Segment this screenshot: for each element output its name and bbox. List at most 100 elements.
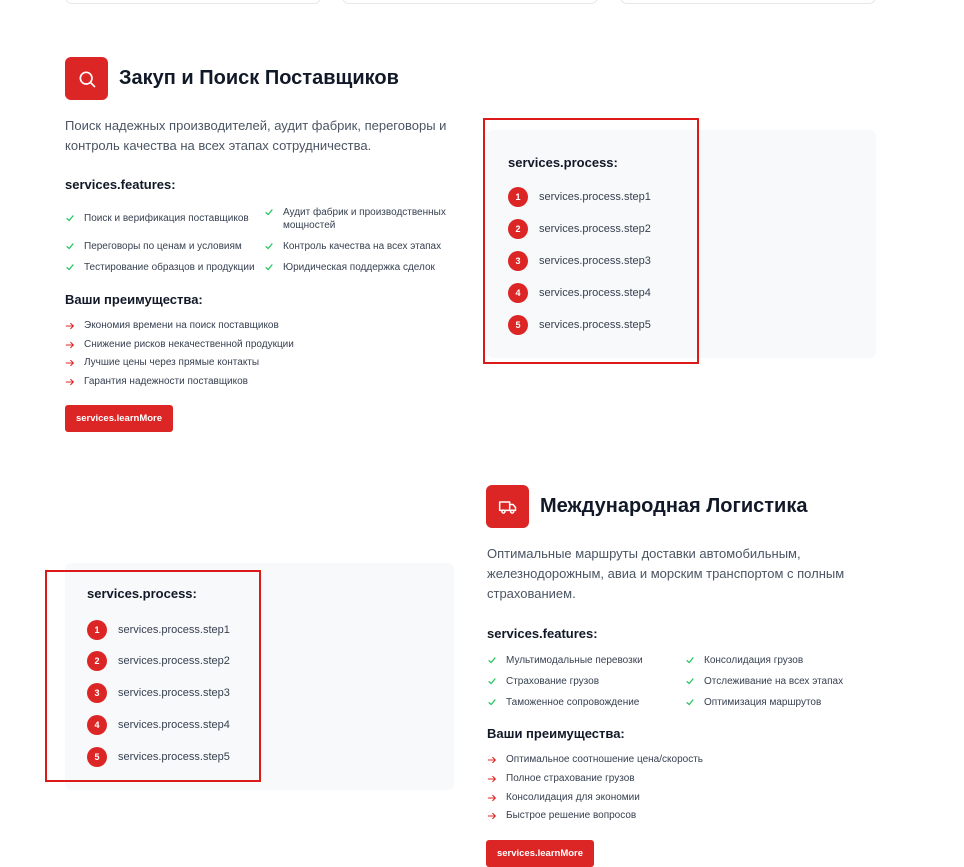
- advantage-item: Гарантия надежности поставщиков: [65, 376, 248, 387]
- logistics-features-heading: services.features:: [487, 626, 598, 641]
- learn-more-button[interactable]: services.learnMore: [486, 840, 594, 867]
- process-step: 5 services.process.step5: [87, 747, 230, 767]
- feature-label: Юридическая поддержка сделок: [283, 262, 435, 273]
- check-icon: [265, 264, 273, 271]
- procurement-header: Закуп и Поиск Поставщиков: [65, 57, 399, 100]
- advantage-label: Консолидация для экономии: [506, 792, 640, 803]
- step-label: services.process.step3: [118, 687, 230, 699]
- feature-label: Поиск и верификация поставщиков: [84, 213, 249, 224]
- advantage-item: Консолидация для экономии: [487, 792, 640, 803]
- feature-item: Контроль качества на всех этапах: [264, 240, 459, 253]
- feature-label: Страхование грузов: [506, 676, 600, 687]
- top-card: [620, 0, 876, 4]
- arrow-right-icon: [65, 378, 75, 385]
- step-number-badge: 2: [508, 219, 528, 239]
- step-label: services.process.step5: [118, 751, 230, 763]
- process-step: 2 services.process.step2: [87, 651, 230, 671]
- step-label: services.process.step2: [118, 655, 230, 667]
- feature-label: Отслеживание на всех этапах: [704, 676, 844, 687]
- step-label: services.process.step2: [539, 223, 651, 235]
- feature-item: Юридическая поддержка сделок: [264, 261, 459, 274]
- process-step: 4 services.process.step4: [508, 283, 651, 303]
- logistics-title: Международная Логистика: [540, 495, 808, 517]
- advantage-item: Снижение рисков некачественной продукции: [65, 339, 294, 350]
- check-icon: [488, 678, 496, 685]
- procurement-title: Закуп и Поиск Поставщиков: [119, 67, 399, 89]
- feature-item: Оптимизация маршрутов: [685, 696, 875, 709]
- advantage-item: Экономия времени на поиск поставщиков: [65, 320, 279, 331]
- procurement-features-heading: services.features:: [65, 177, 176, 192]
- arrow-right-icon: [487, 794, 497, 801]
- procurement-process-heading: services.process:: [508, 155, 618, 170]
- step-label: services.process.step5: [539, 319, 651, 331]
- feature-item: Поиск и верификация поставщиков: [65, 212, 260, 225]
- advantage-item: Оптимальное соотношение цена/скорость: [487, 754, 703, 765]
- step-label: services.process.step1: [118, 624, 230, 636]
- check-icon: [686, 699, 694, 706]
- advantage-label: Экономия времени на поиск поставщиков: [84, 320, 279, 331]
- step-label: services.process.step4: [118, 719, 230, 731]
- check-icon: [488, 657, 496, 664]
- step-label: services.process.step3: [539, 255, 651, 267]
- feature-label: Таможенное сопровождение: [506, 697, 640, 708]
- truck-icon: [486, 485, 529, 528]
- step-label: services.process.step1: [539, 191, 651, 203]
- feature-item: Тестирование образцов и продукции: [65, 261, 265, 274]
- step-label: services.process.step4: [539, 287, 651, 299]
- feature-label: Мультимодальные перевозки: [506, 655, 643, 666]
- arrow-right-icon: [487, 756, 497, 763]
- feature-label: Консолидация грузов: [704, 655, 804, 666]
- feature-item: Аудит фабрик и производственных мощносте…: [264, 206, 454, 232]
- logistics-process-heading: services.process:: [87, 586, 197, 601]
- step-number-badge: 3: [87, 683, 107, 703]
- check-icon: [686, 678, 694, 685]
- check-icon: [265, 209, 273, 216]
- advantage-label: Лучшие цены через прямые контакты: [84, 357, 260, 368]
- procurement-advantages-heading: Ваши преимущества:: [65, 292, 203, 307]
- advantage-item: Лучшие цены через прямые контакты: [65, 357, 259, 368]
- advantage-item: Полное страхование грузов: [487, 773, 635, 784]
- feature-label: Оптимизация маршрутов: [704, 697, 822, 708]
- feature-label: Тестирование образцов и продукции: [84, 262, 255, 273]
- feature-item: Переговоры по ценам и условиям: [65, 240, 260, 253]
- learn-more-button[interactable]: services.learnMore: [65, 405, 173, 432]
- arrow-right-icon: [65, 359, 75, 366]
- logistics-header: Международная Логистика: [486, 485, 807, 528]
- feature-item: Страхование грузов: [487, 675, 682, 688]
- feature-label: Переговоры по ценам и условиям: [84, 241, 242, 252]
- feature-item: Мультимодальные перевозки: [487, 654, 682, 667]
- step-number-badge: 1: [508, 187, 528, 207]
- logistics-description: Оптимальные маршруты доставки автомобиль…: [487, 546, 845, 601]
- process-step: 3 services.process.step3: [508, 251, 651, 271]
- check-icon: [66, 243, 74, 250]
- arrow-right-icon: [65, 341, 75, 348]
- arrow-right-icon: [65, 322, 75, 329]
- feature-label: Аудит фабрик и производственных мощносте…: [283, 207, 446, 231]
- process-step: 1 services.process.step1: [87, 620, 230, 640]
- check-icon: [488, 699, 496, 706]
- arrow-right-icon: [487, 775, 497, 782]
- top-card: [65, 0, 321, 4]
- step-number-badge: 4: [508, 283, 528, 303]
- check-icon: [686, 657, 694, 664]
- arrow-right-icon: [487, 812, 497, 819]
- advantage-label: Полное страхование грузов: [506, 773, 635, 784]
- logistics-advantages-heading: Ваши преимущества:: [487, 726, 625, 741]
- advantage-item: Быстрое решение вопросов: [487, 810, 636, 821]
- step-number-badge: 5: [508, 315, 528, 335]
- step-number-badge: 3: [508, 251, 528, 271]
- feature-label: Контроль качества на всех этапах: [283, 241, 442, 252]
- step-number-badge: 2: [87, 651, 107, 671]
- advantage-label: Оптимальное соотношение цена/скорость: [506, 754, 703, 765]
- check-icon: [66, 215, 74, 222]
- process-step: 1 services.process.step1: [508, 187, 651, 207]
- process-step: 5 services.process.step5: [508, 315, 651, 335]
- step-number-badge: 4: [87, 715, 107, 735]
- procurement-description: Поиск надежных производителей, аудит фаб…: [65, 118, 447, 153]
- advantage-label: Быстрое решение вопросов: [506, 810, 637, 821]
- step-number-badge: 1: [87, 620, 107, 640]
- feature-item: Таможенное сопровождение: [487, 696, 682, 709]
- process-step: 3 services.process.step3: [87, 683, 230, 703]
- top-card: [342, 0, 598, 4]
- advantage-label: Гарантия надежности поставщиков: [84, 376, 248, 387]
